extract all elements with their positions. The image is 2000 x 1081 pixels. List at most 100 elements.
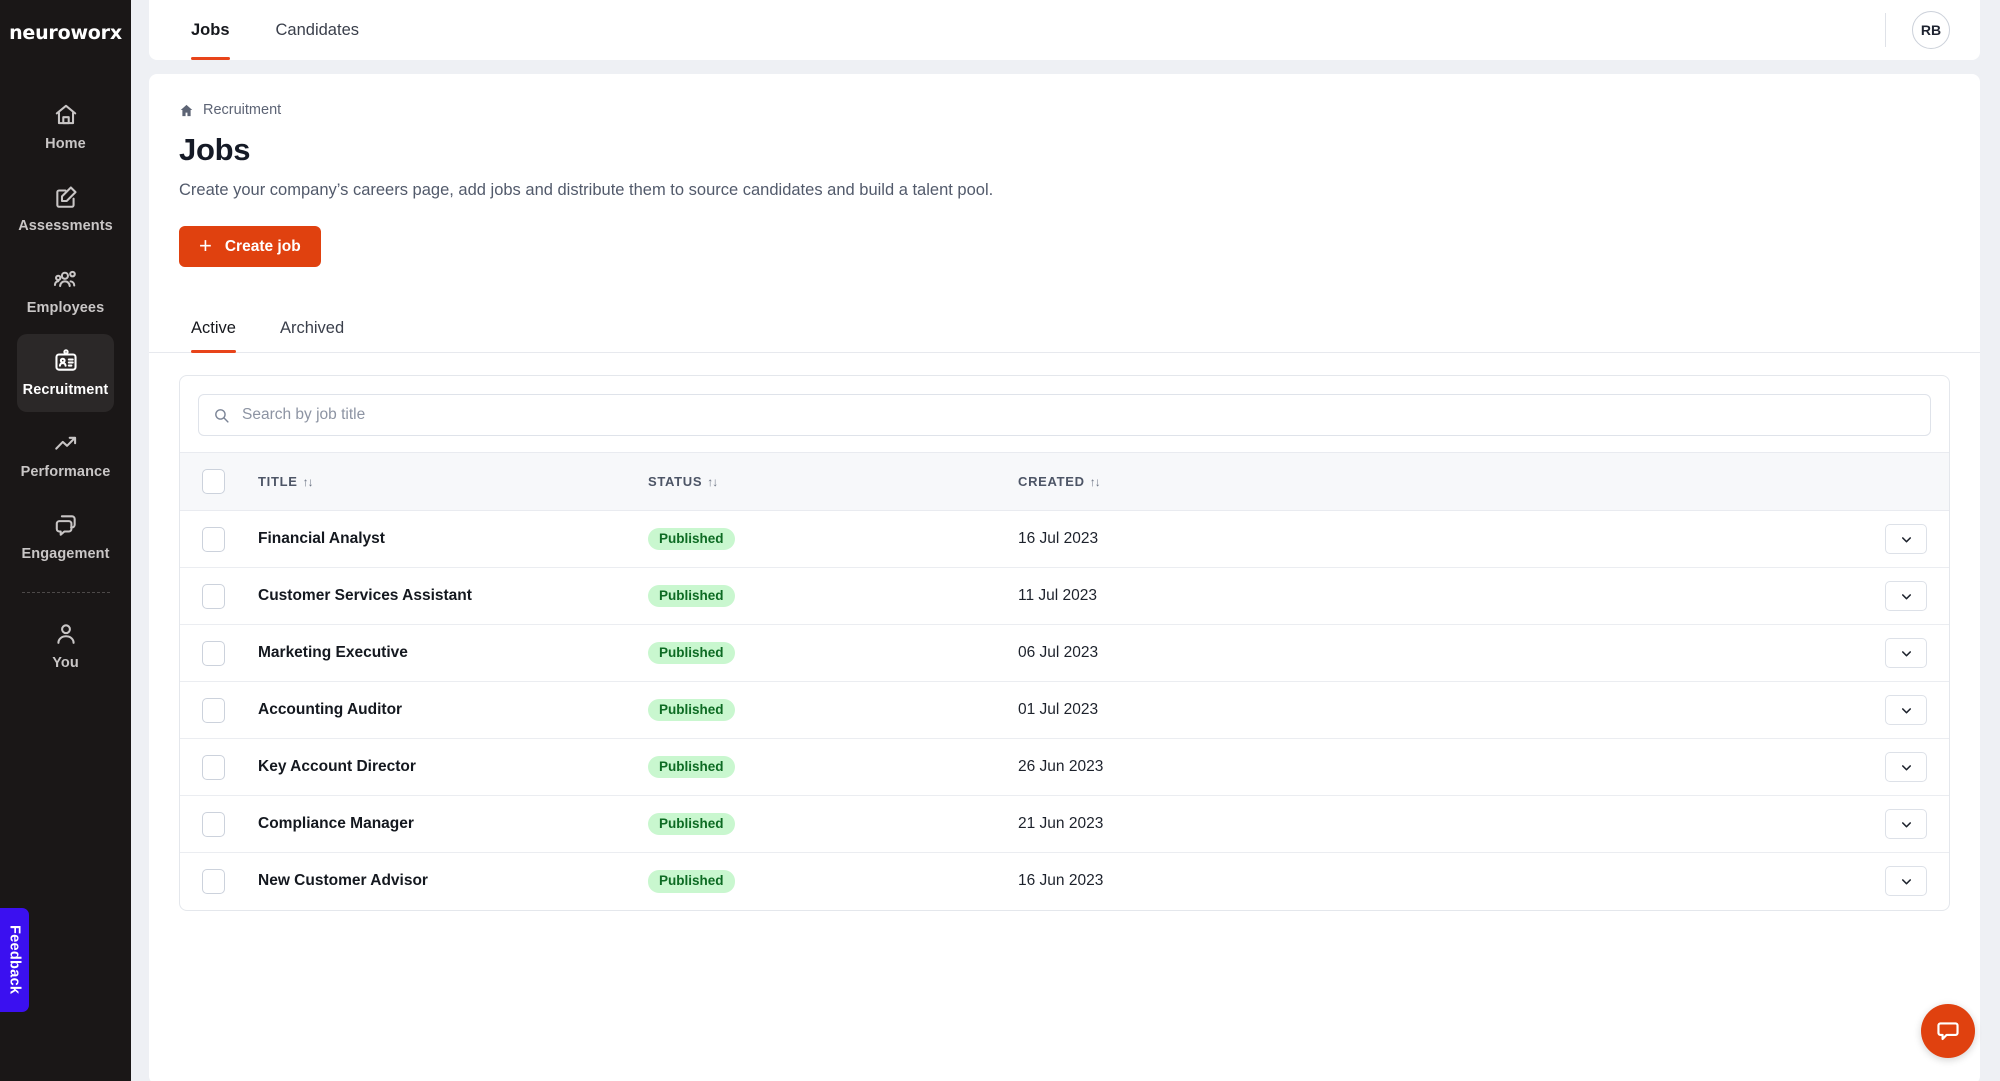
sidebar-item-recruitment[interactable]: Recruitment: [17, 334, 114, 412]
sidebar-item-home[interactable]: Home: [17, 88, 114, 166]
create-job-button[interactable]: + Create job: [179, 226, 321, 267]
row-actions-button[interactable]: [1885, 695, 1927, 725]
sidebar-item-label: Home: [45, 136, 86, 152]
row-actions-button[interactable]: [1885, 809, 1927, 839]
row-select-cell: [180, 795, 258, 853]
column-title-label: TITLE: [258, 474, 298, 489]
column-title[interactable]: TITLE ↑↓: [258, 452, 648, 511]
table-row[interactable]: Key Account Director Published 26 Jun 2023: [180, 738, 1949, 796]
table-row[interactable]: Compliance Manager Published 21 Jun 2023: [180, 795, 1949, 853]
sidebar: neuroworx Home Assessments Employees Rec…: [0, 0, 131, 1081]
sort-icon[interactable]: ↑↓: [1090, 475, 1101, 489]
chat-widget-button[interactable]: [1921, 1004, 1975, 1058]
job-title-link[interactable]: Customer Services Assistant: [258, 587, 472, 604]
top-bar-right: RB: [1885, 0, 1980, 60]
table-row[interactable]: Customer Services Assistant Published 11 J…: [180, 567, 1949, 625]
row-action-cell: [1829, 795, 1949, 853]
row-action-cell: [1829, 624, 1949, 682]
select-all-checkbox[interactable]: [202, 469, 225, 494]
tab-jobs[interactable]: Jobs: [179, 0, 242, 60]
created-date: 11 Jul 2023: [1018, 587, 1097, 604]
row-action-cell: [1829, 681, 1949, 739]
content-card: Recruitment Jobs Create your company’s c…: [149, 74, 1980, 1081]
row-status-cell: Published: [648, 624, 1018, 682]
card-header: Recruitment Jobs Create your company’s c…: [149, 74, 1980, 267]
status-badge: Published: [648, 755, 735, 779]
sidebar-item-performance[interactable]: Performance: [17, 416, 114, 494]
jobs-table-panel: TITLE ↑↓ STATUS ↑↓ CREATED ↑↓ Financial Ana…: [179, 375, 1950, 911]
job-title-link[interactable]: Key Account Director: [258, 758, 416, 775]
tab-candidates[interactable]: Candidates: [264, 0, 371, 60]
row-created-cell: 11 Jul 2023: [1018, 567, 1829, 625]
row-checkbox[interactable]: [202, 640, 225, 666]
breadcrumb-item-recruitment[interactable]: Recruitment: [203, 102, 281, 118]
row-checkbox[interactable]: [202, 811, 225, 837]
row-status-cell: Published: [648, 853, 1018, 910]
avatar[interactable]: RB: [1912, 11, 1950, 49]
status-badge: Published: [648, 641, 735, 665]
search-box[interactable]: [198, 394, 1931, 436]
tab-archived[interactable]: Archived: [268, 309, 356, 352]
row-actions-button[interactable]: [1885, 524, 1927, 554]
app-root: neuroworx Home Assessments Employees Rec…: [0, 0, 2000, 1081]
search-input[interactable]: [242, 406, 1916, 424]
job-title-link[interactable]: New Customer Advisor: [258, 872, 428, 889]
row-status-cell: Published: [648, 567, 1018, 625]
feedback-tab[interactable]: Feedback: [0, 908, 29, 1012]
subtab-label: Active: [191, 319, 236, 337]
row-checkbox[interactable]: [202, 526, 225, 552]
table-row[interactable]: New Customer Advisor Published 16 Jun 2023: [180, 853, 1949, 910]
chevron-down-icon: [1901, 821, 1911, 827]
row-checkbox[interactable]: [202, 868, 225, 894]
status-badge: Published: [648, 698, 735, 722]
job-title-link[interactable]: Accounting Auditor: [258, 701, 402, 718]
edit-square-icon: [53, 184, 79, 210]
tab-active[interactable]: Active: [179, 309, 248, 353]
table-row[interactable]: Financial Analyst Published 16 Jul 2023: [180, 510, 1949, 568]
search-icon: [213, 407, 230, 424]
chevron-down-icon: [1901, 707, 1911, 713]
row-checkbox[interactable]: [202, 697, 225, 723]
page-subtitle: Create your company’s careers page, add …: [179, 181, 994, 199]
sort-icon[interactable]: ↑↓: [707, 475, 718, 489]
job-title-link[interactable]: Marketing Executive: [258, 644, 408, 661]
table-row[interactable]: Marketing Executive Published 06 Jul 2023: [180, 624, 1949, 682]
column-action: [1829, 452, 1949, 511]
created-date: 06 Jul 2023: [1018, 644, 1099, 661]
sidebar-item-engagement[interactable]: Engagement: [17, 498, 114, 576]
row-status-cell: Published: [648, 681, 1018, 739]
column-created-label: CREATED: [1018, 474, 1085, 489]
row-actions-button[interactable]: [1885, 866, 1927, 897]
row-title-cell: Accounting Auditor: [258, 681, 648, 739]
sidebar-item-employees[interactable]: Employees: [17, 252, 114, 330]
row-action-cell: [1829, 853, 1949, 910]
sidebar-item-you[interactable]: You: [17, 607, 114, 685]
plus-icon: +: [199, 232, 212, 258]
row-actions-button[interactable]: [1885, 752, 1927, 782]
sidebar-item-label: You: [52, 655, 79, 671]
sort-icon[interactable]: ↑↓: [303, 475, 314, 489]
feedback-label: Feedback: [6, 925, 23, 995]
row-actions-button[interactable]: [1885, 638, 1927, 668]
create-job-label: Create job: [224, 237, 301, 255]
row-action-cell: [1829, 510, 1949, 568]
row-actions-button[interactable]: [1885, 581, 1927, 611]
chevron-down-icon: [1901, 593, 1911, 599]
row-title-cell: Compliance Manager: [258, 795, 648, 853]
sidebar-item-label: Engagement: [21, 546, 110, 562]
sidebar-item-label: Performance: [20, 464, 111, 480]
sidebar-item-assessments[interactable]: Assessments: [17, 170, 114, 248]
job-title-link[interactable]: Compliance Manager: [258, 815, 414, 832]
sidebar-divider: [21, 592, 110, 593]
home-icon: [179, 103, 194, 118]
row-select-cell: [180, 624, 258, 682]
created-date: 16 Jul 2023: [1018, 530, 1099, 547]
chevron-down-icon: [1901, 764, 1911, 770]
table-row[interactable]: Accounting Auditor Published 01 Jul 2023: [180, 681, 1949, 739]
job-title-link[interactable]: Financial Analyst: [258, 530, 385, 547]
row-checkbox[interactable]: [202, 754, 225, 780]
row-checkbox[interactable]: [202, 583, 225, 609]
column-created[interactable]: CREATED ↑↓: [1018, 452, 1829, 511]
column-status[interactable]: STATUS ↑↓: [648, 452, 1018, 511]
row-title-cell: New Customer Advisor: [258, 853, 648, 910]
